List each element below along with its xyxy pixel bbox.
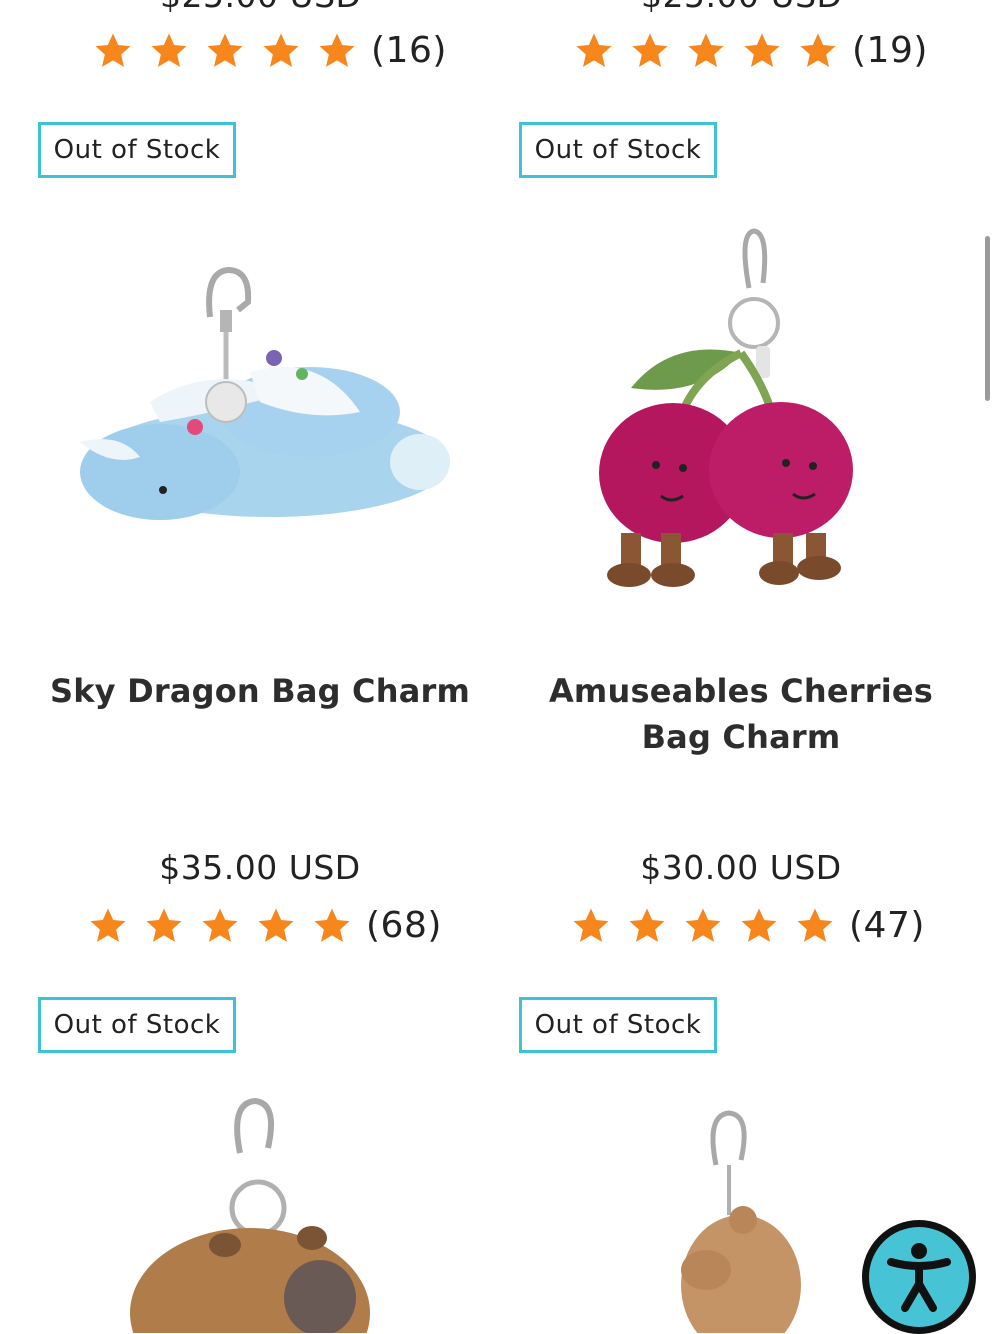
star-icon xyxy=(797,908,833,942)
star-icon xyxy=(632,33,668,67)
star-icon xyxy=(629,908,665,942)
star-icon xyxy=(573,908,609,942)
star-icon xyxy=(741,908,777,942)
rating-stars: (68) xyxy=(88,905,442,946)
review-count[interactable]: (16) xyxy=(371,30,447,71)
review-count[interactable]: (68) xyxy=(366,905,442,946)
out-of-stock-badge: Out of Stock xyxy=(519,997,717,1053)
accessibility-button[interactable] xyxy=(862,1220,976,1334)
star-icon xyxy=(207,33,243,67)
star-icon xyxy=(314,908,350,942)
capybara-bag-charm-image[interactable] xyxy=(130,1098,370,1333)
product-price: $25.00 USD xyxy=(160,0,361,15)
out-of-stock-badge: Out of Stock xyxy=(38,997,236,1053)
rating-stars: (47) xyxy=(571,905,925,946)
scrollbar[interactable] xyxy=(985,236,990,401)
star-icon xyxy=(202,908,238,942)
product-price: $30.00 USD xyxy=(640,848,842,887)
star-icon xyxy=(258,908,294,942)
accessibility-button-inner xyxy=(869,1227,969,1327)
product-title[interactable]: Sky Dragon Bag Charm xyxy=(40,668,480,714)
star-icon xyxy=(146,908,182,942)
star-icon xyxy=(263,33,299,67)
star-icon xyxy=(685,908,721,942)
star-icon xyxy=(90,908,126,942)
star-icon xyxy=(744,33,780,67)
product-price: $25.00 USD xyxy=(641,0,842,15)
accessibility-icon xyxy=(887,1243,951,1312)
product-price: $35.00 USD xyxy=(159,848,361,887)
rating-stars: (19) xyxy=(574,30,928,71)
star-icon xyxy=(576,33,612,67)
sky-dragon-bag-charm-image[interactable] xyxy=(60,262,460,552)
star-icon xyxy=(95,33,131,67)
rating-stars: (16) xyxy=(93,30,447,71)
review-count[interactable]: (47) xyxy=(849,905,925,946)
star-icon xyxy=(151,33,187,67)
star-icon xyxy=(688,33,724,67)
out-of-stock-badge: Out of Stock xyxy=(38,122,236,178)
review-count[interactable]: (19) xyxy=(852,30,928,71)
product-title[interactable]: Amuseables Cherries Bag Charm xyxy=(511,668,971,760)
cherries-bag-charm-image[interactable] xyxy=(591,228,871,593)
out-of-stock-badge: Out of Stock xyxy=(519,122,717,178)
bear-bag-charm-image[interactable] xyxy=(671,1110,811,1333)
star-icon xyxy=(319,33,355,67)
star-icon xyxy=(800,33,836,67)
